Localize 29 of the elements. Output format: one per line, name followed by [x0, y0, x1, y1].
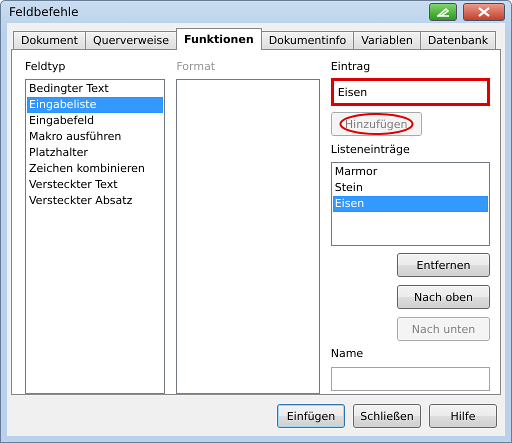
list-item[interactable]: Versteckter Text: [27, 177, 164, 193]
tab[interactable]: Dokumentinfo: [260, 31, 354, 49]
dialog-button[interactable]: Hilfe: [429, 404, 497, 428]
entry-field[interactable]: Eisen: [330, 78, 490, 106]
tab[interactable]: Querverweise: [84, 31, 178, 49]
tab[interactable]: Variablen: [353, 31, 421, 49]
list-item[interactable]: Stein: [332, 180, 488, 196]
name-label: Name: [330, 347, 364, 362]
list-item[interactable]: Bedingter Text: [27, 81, 164, 97]
list-item[interactable]: Eingabefeld: [27, 113, 164, 129]
list-item[interactable]: Marmor: [332, 164, 488, 180]
field-type-list[interactable]: Bedingter Text Eingabeliste Eingabefeld Makro ausführen Platzhalter Zeichen kombinieren Versteckter Text Versteckter Absatz: [25, 79, 166, 394]
window-title: Feldbefehle: [8, 5, 80, 19]
tab[interactable]: Dokument: [13, 31, 86, 49]
list-item[interactable]: Zeichen kombinieren: [27, 161, 164, 177]
list-item[interactable]: Versteckter Absatz: [27, 193, 164, 209]
tab[interactable]: Funktionen: [176, 28, 262, 50]
action-button[interactable]: Nach oben: [397, 285, 490, 309]
list-item[interactable]: Platzhalter: [27, 145, 164, 161]
entry-label: Eintrag: [330, 60, 372, 75]
tab[interactable]: Datenbank: [420, 31, 496, 49]
list-entries-label: Listeneinträge: [330, 143, 411, 158]
format-label: Format: [176, 60, 216, 75]
field-type-label: Feldtyp: [25, 60, 66, 75]
list-entries-list[interactable]: Marmor Stein Eisen: [330, 162, 490, 246]
dialog-button[interactable]: Schließen: [353, 404, 421, 428]
action-button[interactable]: Entfernen: [397, 253, 490, 277]
dialog-button[interactable]: Einfügen: [277, 404, 345, 428]
list-item[interactable]: Makro ausführen: [27, 129, 164, 145]
